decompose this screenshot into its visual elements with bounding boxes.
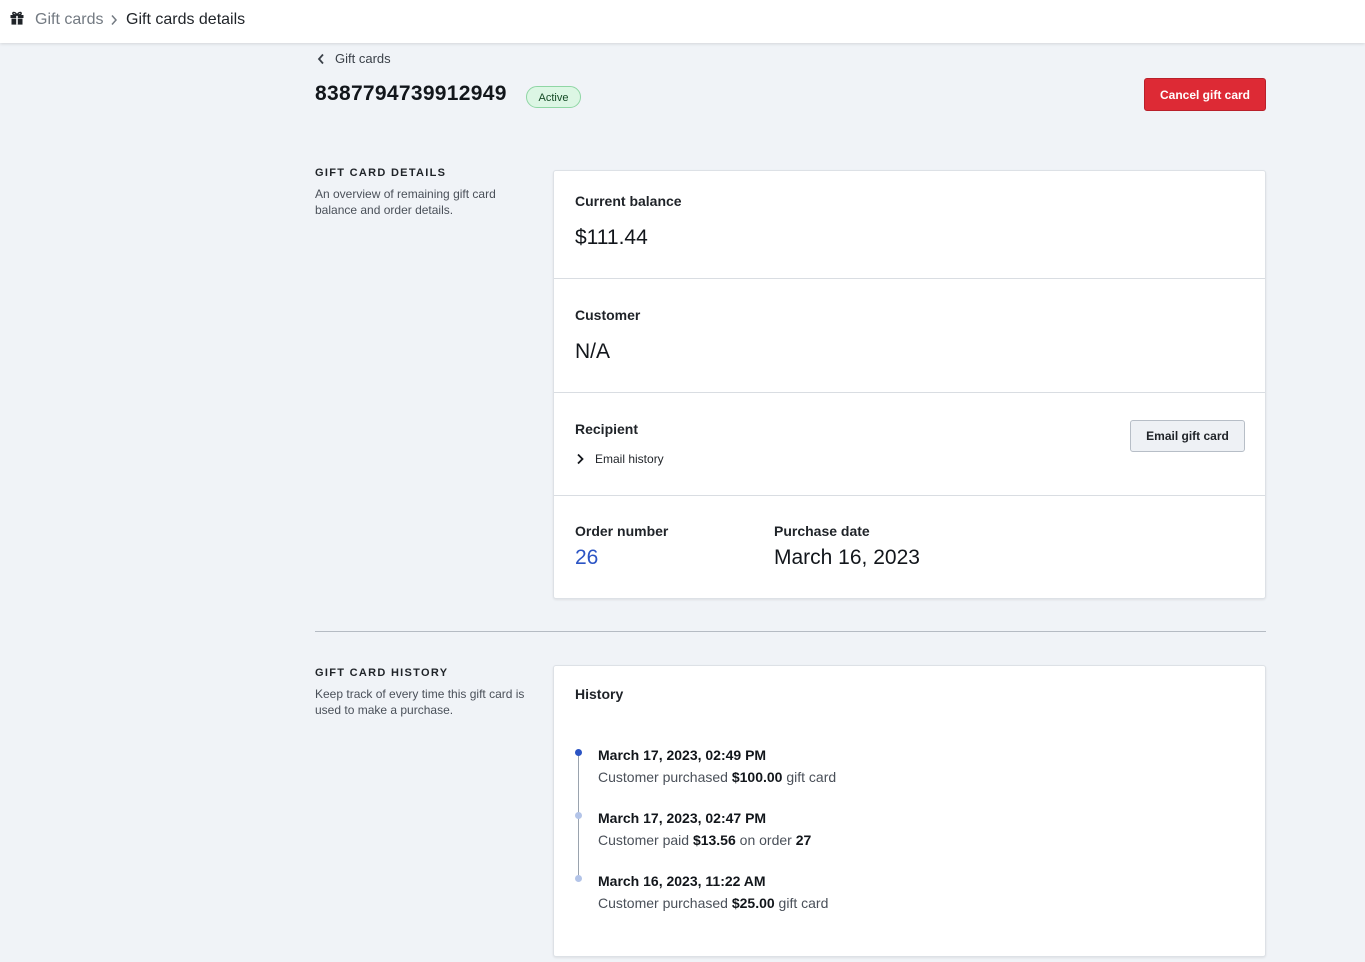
recipient-label: Recipient — [575, 421, 639, 437]
history-entry-description: Customer purchased $100.00 gift card — [598, 769, 836, 785]
customer-row: Customer N/A — [554, 279, 1265, 393]
history-title: History — [575, 686, 624, 702]
history-entry-text: on order — [735, 832, 796, 848]
history-entry-amount: $100.00 — [731, 769, 783, 785]
gift-card-details-card: Current balance $111.44 Customer N/A Rec… — [553, 170, 1266, 599]
chevron-right-icon — [577, 453, 584, 465]
order-number-link[interactable]: 26 — [575, 546, 598, 570]
customer-value: N/A — [575, 340, 611, 363]
customer-label: Customer — [575, 307, 641, 323]
page-title: 8387794739912949 — [315, 82, 507, 105]
chevron-right-icon — [111, 15, 118, 25]
history-entry-text: Customer paid — [598, 832, 693, 848]
recipient-row: Recipient Email history Email gift card — [554, 393, 1265, 496]
email-history-toggle[interactable]: Email history — [576, 452, 664, 466]
purchase-date-value: March 16, 2023 — [774, 546, 920, 569]
balance-value: $111.44 — [575, 226, 648, 249]
gift-icon — [10, 11, 24, 25]
timeline-dot — [575, 812, 582, 819]
top-bar: Gift cards Gift cards details — [0, 0, 1365, 43]
section-divider — [315, 631, 1266, 632]
details-section-description: An overview of remaining gift card balan… — [315, 187, 496, 217]
history-entry-description: Customer purchased $25.00 gift card — [598, 895, 828, 911]
status-badge: Active — [526, 86, 581, 108]
purchase-date-label: Purchase date — [774, 523, 870, 539]
gift-card-history-card: History March 17, 2023, 02:49 PM Custome… — [553, 665, 1266, 957]
history-entry-amount: $13.56 — [692, 832, 736, 848]
history-entry-text: gift card — [782, 769, 837, 785]
order-number-label: Order number — [575, 523, 669, 539]
timeline-dot-current — [575, 749, 582, 756]
details-section-title: GIFT CARD DETAILS — [315, 167, 447, 179]
timeline-dot — [575, 875, 582, 882]
back-link-label: Gift cards — [335, 51, 391, 66]
email-history-label: Email history — [595, 452, 664, 466]
chevron-left-icon — [317, 53, 324, 65]
balance-row: Current balance $111.44 — [554, 171, 1265, 279]
balance-label: Current balance — [575, 193, 682, 209]
back-to-gift-cards-link[interactable]: Gift cards — [316, 51, 391, 67]
order-row: Order number 26 Purchase date March 16, … — [554, 496, 1265, 598]
history-entry-amount: $25.00 — [731, 895, 775, 911]
breadcrumb-current: Gift cards details — [126, 11, 246, 28]
history-entry-text: gift card — [774, 895, 829, 911]
history-entry-text: Customer purchased — [598, 895, 732, 911]
history-entry-date: March 16, 2023, 11:22 AM — [598, 873, 766, 889]
history-section-title: GIFT CARD HISTORY — [315, 667, 449, 679]
cancel-gift-card-button[interactable]: Cancel gift card — [1144, 78, 1266, 111]
history-entry-order-ref: 27 — [795, 832, 812, 848]
breadcrumb-gift-cards[interactable]: Gift cards — [35, 10, 103, 30]
history-entry-description: Customer paid $13.56 on order 27 — [598, 832, 811, 848]
history-section-description: Keep track of every time this gift card … — [315, 687, 525, 717]
history-entry-date: March 17, 2023, 02:47 PM — [598, 810, 767, 826]
email-gift-card-button[interactable]: Email gift card — [1130, 420, 1245, 452]
history-entry-date: March 17, 2023, 02:49 PM — [598, 747, 767, 763]
history-entry-text: Customer purchased — [598, 769, 732, 785]
